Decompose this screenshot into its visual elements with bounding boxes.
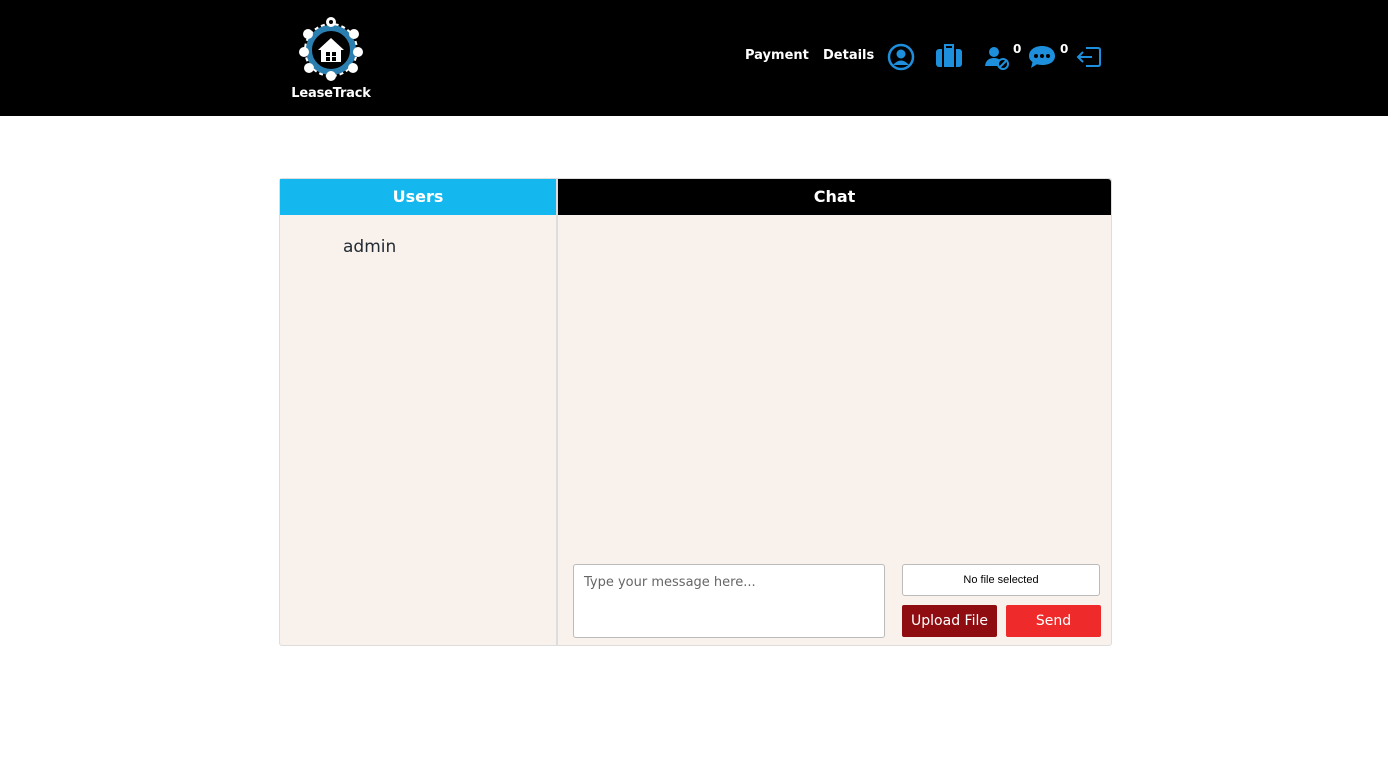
top-navbar: LeaseTrack Payment Details 0 0 — [0, 0, 1388, 116]
messages-badge: 0 — [1060, 42, 1069, 56]
user-requests-badge: 0 — [1013, 42, 1022, 56]
user-list-item[interactable]: admin — [343, 237, 396, 257]
chat-bubble-icon[interactable] — [1028, 44, 1056, 70]
logo-emblem-icon — [299, 17, 363, 81]
logout-icon[interactable] — [1076, 45, 1102, 69]
file-status-text: No file selected — [963, 574, 1039, 586]
upload-file-button[interactable]: Upload File — [902, 605, 997, 637]
nav-details[interactable]: Details — [823, 48, 874, 63]
user-block-icon[interactable] — [984, 45, 1010, 71]
send-button[interactable]: Send — [1006, 605, 1101, 637]
chat-panel: Chat No file selected Upload File Send — [557, 178, 1112, 646]
users-panel: Users admin — [279, 178, 557, 646]
chat-panel-title: Chat — [558, 179, 1111, 215]
file-picker[interactable]: No file selected — [902, 564, 1100, 596]
brand-logo[interactable]: LeaseTrack — [288, 16, 374, 102]
message-input[interactable] — [573, 564, 885, 638]
briefcase-icon[interactable] — [935, 44, 963, 68]
users-panel-title: Users — [280, 179, 556, 215]
user-circle-icon[interactable] — [887, 43, 915, 71]
nav-payment[interactable]: Payment — [745, 48, 809, 63]
brand-name: LeaseTrack — [291, 86, 371, 101]
